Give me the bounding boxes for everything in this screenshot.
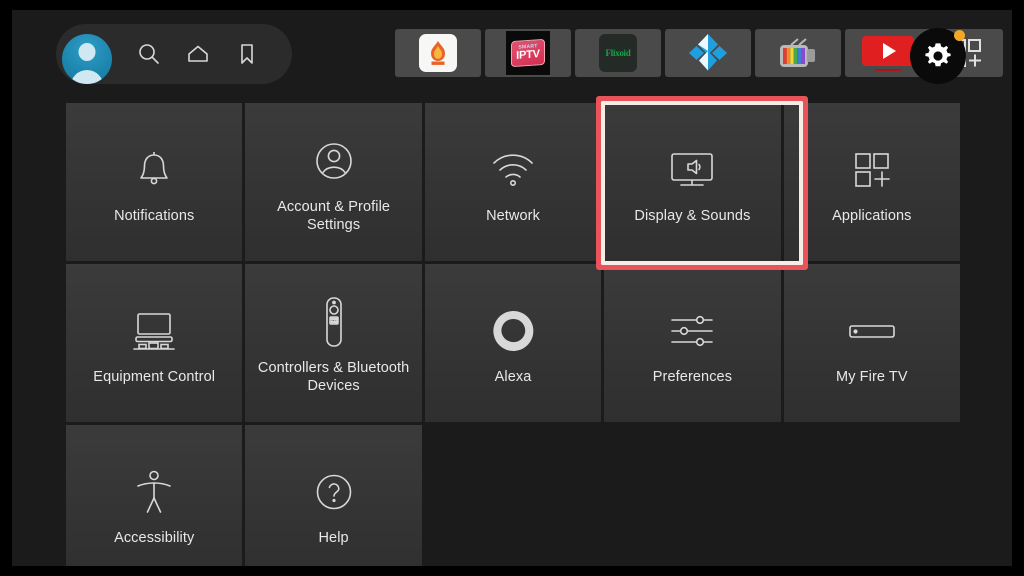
avatar-body: [70, 70, 104, 84]
tv-app[interactable]: [755, 29, 841, 77]
settings-row: Accessibility Help: [66, 425, 960, 566]
tile-label: Applications: [832, 208, 912, 224]
flame-glyph: [431, 41, 445, 65]
accessibility-icon: [133, 461, 175, 523]
tile-label: Help: [318, 530, 349, 546]
bell-glyph: [140, 152, 169, 185]
grid-spacer: [425, 425, 601, 566]
tv-speaker-icon: [666, 139, 718, 201]
gear-icon: [925, 43, 951, 67]
tile-label: Preferences: [652, 369, 733, 385]
rainbow-tv-glyph: [780, 38, 815, 67]
bookmark-glyph: [241, 44, 253, 64]
settings-tile-equipment-control[interactable]: Equipment Control: [66, 264, 243, 422]
tile-label: Account & Profile Settings: [277, 199, 391, 233]
search-glyph: [139, 44, 159, 64]
sliders-glyph: [671, 315, 714, 347]
settings-tile-account-profile-settings[interactable]: Account & Profile Settings: [245, 103, 422, 261]
tile-label: My Fire TV: [836, 369, 908, 385]
settings-tile-preferences[interactable]: Preferences: [604, 264, 781, 422]
remote-glyph: [325, 297, 342, 347]
youtube-stand: [875, 69, 901, 71]
flixoid-wordmark: Flixoid: [605, 48, 631, 58]
alexa-ring-icon: [489, 300, 537, 362]
play-triangle-icon: [883, 43, 896, 59]
settings-tile-help[interactable]: Help: [245, 425, 422, 566]
settings-gear-button[interactable]: [910, 28, 966, 84]
settings-tile-grid: Notifications Account & Profile Settings: [66, 103, 961, 566]
youtube-screen: [862, 36, 914, 66]
fire-tv-settings-screen: SMART IPTV Flixoid Notifications Account…: [0, 0, 1024, 576]
apps-grid-plus-icon: [849, 139, 895, 201]
kodi-icon: [686, 31, 730, 75]
smart-iptv-app[interactable]: SMART IPTV: [485, 29, 571, 77]
person-circle-glyph: [315, 143, 352, 179]
flame-icon: [419, 34, 457, 72]
tile-label: Network: [486, 208, 540, 224]
top-navigation-bar: SMART IPTV Flixoid: [12, 10, 1012, 96]
tv-speaker-glyph: [671, 153, 714, 186]
question-circle-icon: [311, 461, 357, 523]
iptv-icon: SMART IPTV: [506, 31, 550, 75]
bell-icon: [131, 139, 177, 201]
home-icon[interactable]: [174, 30, 222, 78]
tile-label: Notifications: [114, 208, 195, 224]
kodi-app[interactable]: [665, 29, 751, 77]
kodi-glyph: [689, 34, 727, 71]
iptv-screen: SMART IPTV: [511, 38, 545, 68]
iptv-main-text: IPTV: [516, 48, 540, 62]
screen-content: SMART IPTV Flixoid Notifications Account…: [12, 10, 1012, 566]
settings-tile-applications[interactable]: Applications: [783, 103, 961, 261]
tile-label: Accessibility: [114, 530, 195, 546]
alexa-ring-glyph: [493, 310, 534, 351]
notification-dot: [954, 30, 965, 41]
youtube-icon: [862, 36, 914, 71]
settings-row: Notifications Account & Profile Settings: [66, 103, 961, 261]
apps-grid-plus-glyph: [855, 153, 890, 187]
settings-tile-controllers-bluetooth-devices[interactable]: Controllers & Bluetooth Devices: [245, 264, 422, 422]
flixoid-app[interactable]: Flixoid: [575, 29, 661, 77]
settings-tile-alexa[interactable]: Alexa: [424, 264, 602, 422]
settings-tile-display-and-sounds[interactable]: Display & Sounds: [604, 103, 781, 261]
home-glyph: [188, 45, 208, 62]
wifi-glyph: [493, 154, 533, 186]
fire-tv-stick-icon: [846, 300, 898, 362]
tile-label: Display & Sounds: [634, 208, 751, 224]
remote-icon: [319, 291, 349, 353]
grid-spacer: [604, 425, 780, 566]
settings-tile-my-fire-tv[interactable]: My Fire TV: [783, 264, 961, 422]
fire-tv-stick-glyph: [849, 325, 895, 338]
tv-soundbar-glyph: [133, 313, 176, 350]
settings-row: Equipment Control Controllers & Bluetoot…: [66, 264, 961, 422]
avatar-head: [78, 42, 96, 61]
accessibility-glyph: [137, 470, 172, 513]
tile-label: Alexa: [494, 369, 532, 385]
sliders-icon: [667, 300, 717, 362]
bookmark-icon[interactable]: [223, 30, 271, 78]
settings-tile-network[interactable]: Network: [424, 103, 602, 261]
settings-tile-accessibility[interactable]: Accessibility: [66, 425, 243, 566]
question-circle-glyph: [316, 474, 351, 510]
rainbow-tv-icon: [778, 36, 818, 70]
flixoid-icon: Flixoid: [599, 34, 637, 72]
user-avatar[interactable]: [62, 34, 112, 84]
person-circle-icon: [311, 130, 357, 192]
grid-spacer: [784, 425, 960, 566]
downloader-app[interactable]: [395, 29, 481, 77]
settings-tile-notifications[interactable]: Notifications: [66, 103, 243, 261]
search-icon[interactable]: [125, 30, 173, 78]
tile-label: Equipment Control: [93, 369, 216, 385]
tile-label: Controllers & Bluetooth Devices: [257, 360, 410, 394]
tv-soundbar-icon: [128, 300, 180, 362]
wifi-icon: [489, 139, 537, 201]
